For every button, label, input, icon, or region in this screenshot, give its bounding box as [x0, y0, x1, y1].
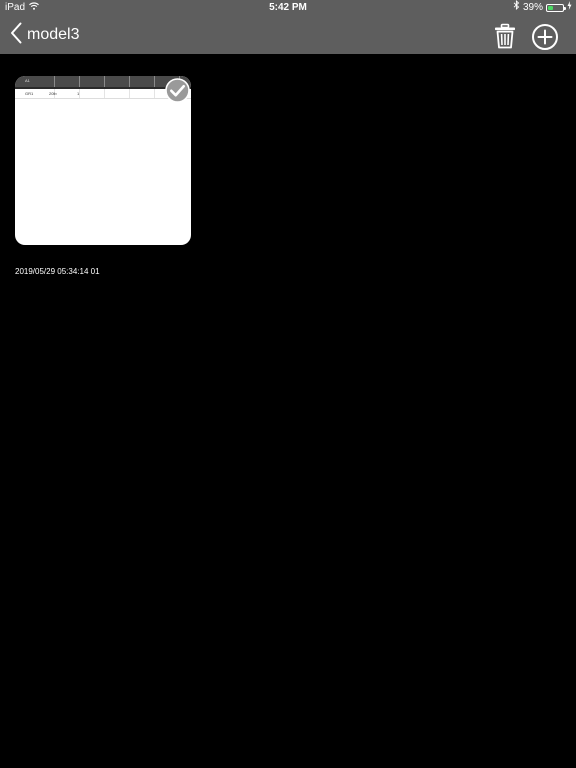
preview-cell-text: GR1 — [25, 91, 34, 96]
plus-circle-icon — [531, 24, 559, 55]
charging-bolt-icon — [567, 0, 572, 16]
back-button[interactable]: model3 — [10, 22, 79, 48]
preview-row-cell — [105, 89, 130, 98]
status-right: 39% — [513, 0, 572, 16]
preview-header-cell — [130, 76, 155, 87]
document-timestamp: 2019/05/29 05:34:14 01 — [15, 267, 100, 276]
preview-row-cell — [80, 89, 105, 98]
bluetooth-icon — [513, 0, 520, 16]
navigation-bar: model3 — [0, 16, 576, 54]
preview-header-cell — [80, 76, 105, 87]
battery-cap — [564, 7, 566, 10]
delete-button[interactable] — [492, 23, 518, 49]
battery-fill — [548, 6, 553, 10]
add-button[interactable] — [531, 23, 559, 51]
preview-header-cell — [55, 76, 80, 87]
status-bar: iPad 5:42 PM 39% — [0, 0, 576, 16]
selection-check[interactable] — [165, 78, 190, 103]
preview-header-cell — [15, 76, 55, 87]
nav-title: model3 — [27, 26, 80, 43]
status-time: 5:42 PM — [269, 2, 307, 13]
preview-cell-text: 1 — [77, 91, 80, 96]
battery-icon — [546, 4, 566, 12]
preview-cell-text: 20lb — [49, 91, 57, 96]
checkmark-circle-icon — [165, 78, 190, 107]
trash-icon — [492, 23, 518, 53]
preview-row-cell — [130, 89, 155, 98]
preview-header-cell — [105, 76, 130, 87]
battery-percent: 39% — [522, 2, 543, 13]
preview-header-text: A1 — [25, 78, 30, 83]
chevron-left-icon — [10, 22, 22, 49]
